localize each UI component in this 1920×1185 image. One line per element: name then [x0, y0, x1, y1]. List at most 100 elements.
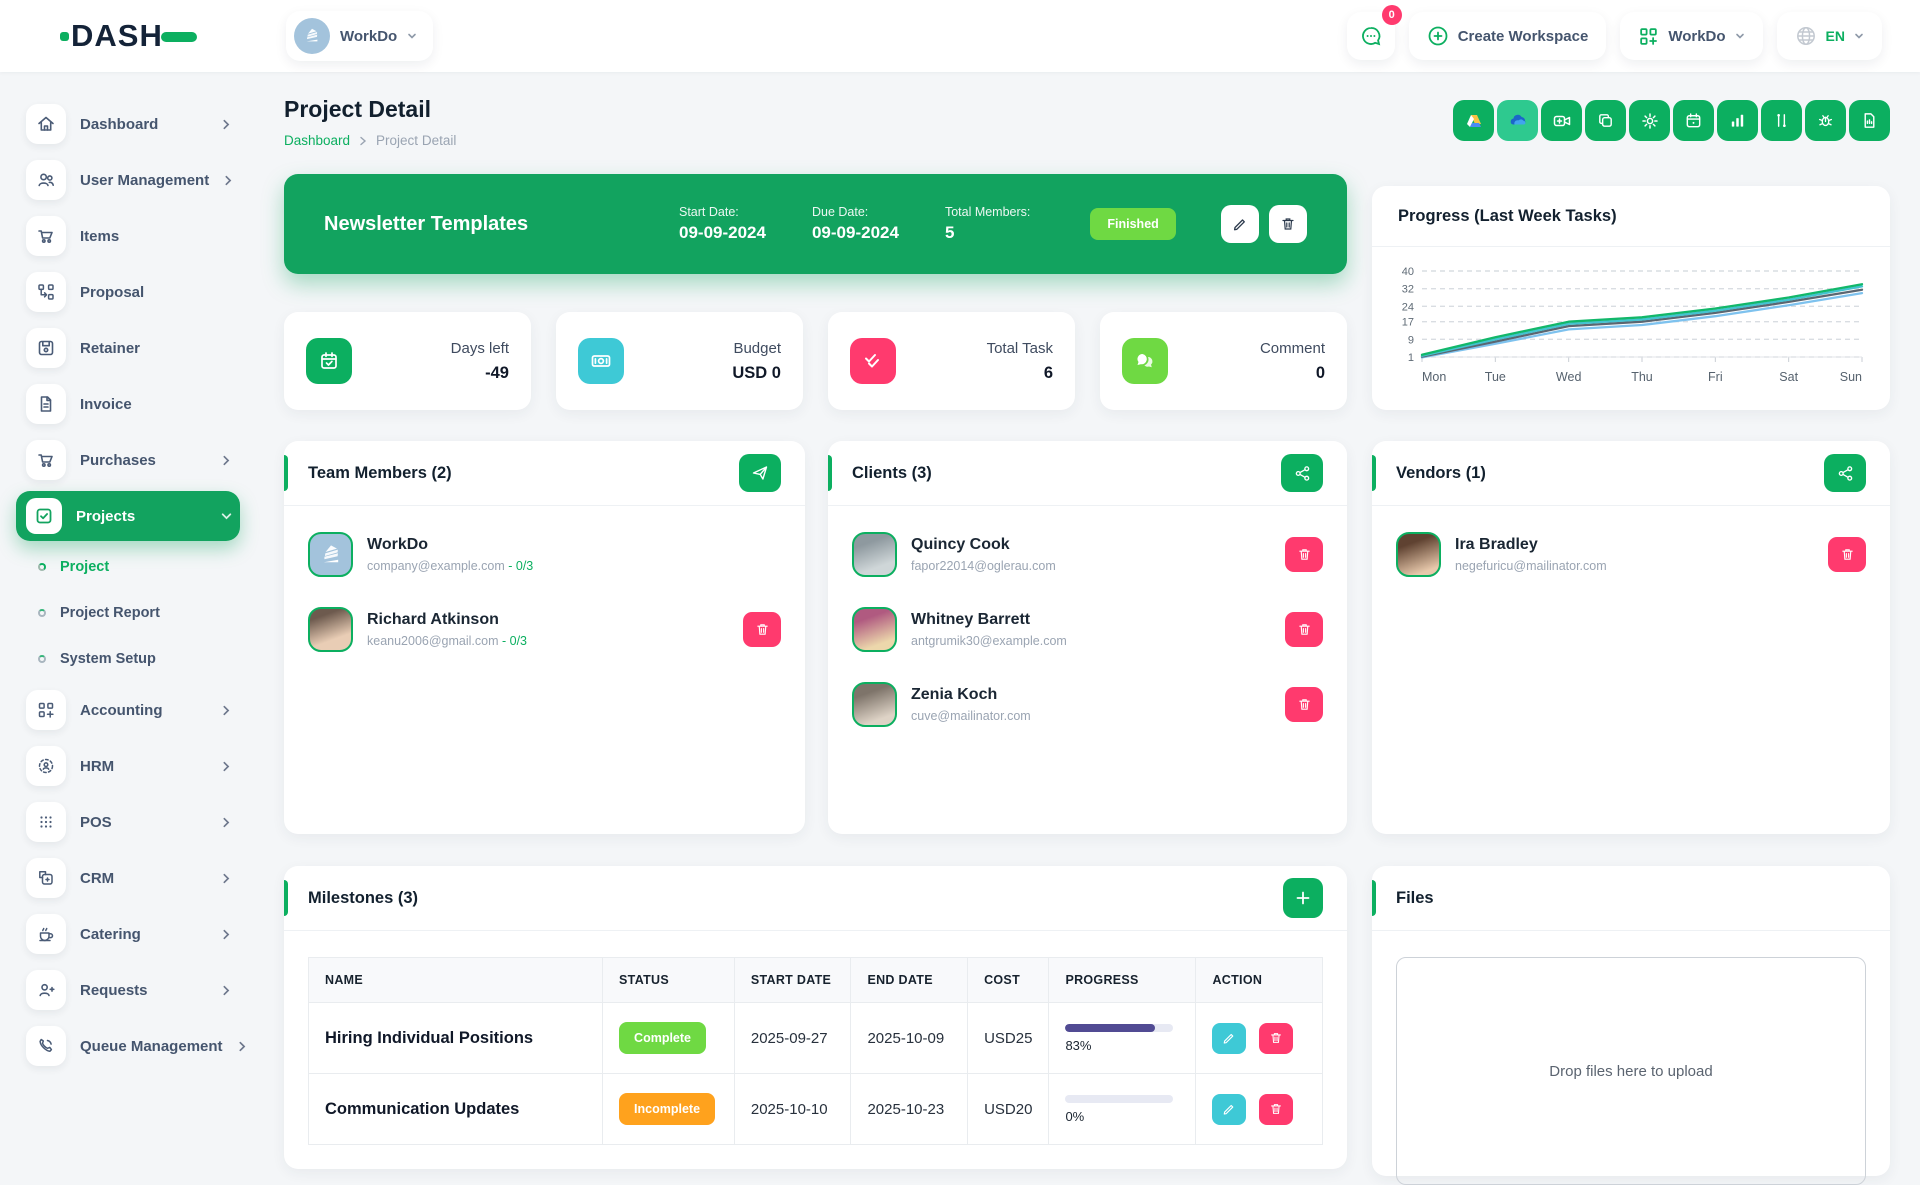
- team-members-card: Team Members (2) WorkDo company@example.…: [284, 441, 805, 834]
- sidebar-item-user-management[interactable]: User Management: [16, 152, 240, 208]
- app-logo[interactable]: DASH: [60, 18, 197, 54]
- sidebar-item-accounting[interactable]: Accounting: [16, 682, 240, 738]
- remove-client-button[interactable]: [1285, 612, 1323, 647]
- sidebar-subitem-system-setup[interactable]: System Setup: [16, 636, 240, 682]
- building-icon: [319, 543, 343, 567]
- sidebar-item-proposal[interactable]: Proposal: [16, 264, 240, 320]
- video-camera-icon: [1552, 111, 1572, 131]
- remove-member-button[interactable]: [743, 612, 781, 647]
- copy-icon: [1596, 111, 1615, 130]
- delete-milestone-button[interactable]: [1259, 1094, 1293, 1125]
- svg-text:9: 9: [1408, 334, 1414, 346]
- sidebar-item-queue-management[interactable]: Queue Management: [16, 1018, 240, 1074]
- pencil-icon: [1222, 1102, 1236, 1116]
- share-vendors-button[interactable]: [1824, 454, 1866, 492]
- bullet-icon: [38, 655, 46, 663]
- sidebar-item-hrm[interactable]: HRM: [16, 738, 240, 794]
- sidebar-item-dashboard[interactable]: Dashboard: [16, 96, 240, 152]
- bar-chart-icon: [1728, 111, 1747, 130]
- account-menu-button[interactable]: WorkDo: [1620, 12, 1762, 60]
- trash-icon: [1297, 547, 1312, 562]
- breadcrumb-dashboard-link[interactable]: Dashboard: [284, 133, 350, 148]
- timeline-icon: [1772, 111, 1791, 130]
- plus-icon: [1295, 890, 1311, 906]
- sidebar-item-purchases[interactable]: Purchases: [16, 432, 240, 488]
- copy-button[interactable]: [1585, 100, 1626, 141]
- settings-button[interactable]: [1629, 100, 1670, 141]
- breadcrumb: Dashboard Project Detail: [284, 133, 456, 148]
- col-cost: COST: [968, 958, 1049, 1003]
- onedrive-button[interactable]: [1497, 100, 1538, 141]
- milestone-status-badge: Complete: [619, 1022, 706, 1054]
- invite-member-button[interactable]: [739, 454, 781, 492]
- remove-vendor-button[interactable]: [1828, 537, 1866, 572]
- stat-card-days-left: Days left -49: [284, 312, 531, 410]
- trash-icon: [1269, 1102, 1283, 1116]
- svg-text:1: 1: [1408, 352, 1414, 364]
- due-date-block: Due Date: 09-09-2024: [812, 205, 899, 243]
- sidebar-item-items[interactable]: Items: [16, 208, 240, 264]
- delete-project-button[interactable]: [1269, 205, 1307, 243]
- chevron-right-icon: [221, 817, 232, 828]
- send-icon: [751, 464, 769, 482]
- client-row: Quincy Cook fapor22014@oglerau.com: [852, 532, 1323, 577]
- bar-chart-button[interactable]: [1717, 100, 1758, 141]
- progress-bar: [1065, 1024, 1173, 1032]
- chat-icon: [1359, 24, 1383, 48]
- sidebar-subitem-project[interactable]: Project: [16, 544, 240, 590]
- grid-plus-icon: [1638, 26, 1659, 47]
- calendar-check-icon: [306, 338, 352, 384]
- svg-text:Tue: Tue: [1485, 370, 1506, 384]
- add-milestone-button[interactable]: [1283, 878, 1323, 918]
- project-summary-banner: Newsletter Templates Start Date: 09-09-2…: [284, 174, 1347, 274]
- remove-client-button[interactable]: [1285, 537, 1323, 572]
- sidebar-item-requests[interactable]: Requests: [16, 962, 240, 1018]
- google-drive-button[interactable]: [1453, 100, 1494, 141]
- sidebar-item-crm[interactable]: CRM: [16, 850, 240, 906]
- col-action: ACTION: [1196, 958, 1323, 1003]
- workflow-icon: [26, 272, 66, 312]
- sidebar-item-catering[interactable]: Catering: [16, 906, 240, 962]
- share-icon: [1294, 465, 1311, 482]
- top-bar: DASH WorkDo 0 Create Workspace WorkDo EN: [0, 0, 1920, 72]
- language-selector[interactable]: EN: [1777, 12, 1882, 60]
- sidebar-item-invoice[interactable]: Invoice: [16, 376, 240, 432]
- video-camera-button[interactable]: [1541, 100, 1582, 141]
- calendar-button[interactable]: [1673, 100, 1714, 141]
- edit-milestone-button[interactable]: [1212, 1094, 1246, 1125]
- svg-text:Thu: Thu: [1631, 370, 1653, 384]
- sidebar: Dashboard User Management Items Proposal…: [0, 72, 256, 1080]
- sidebar-item-projects[interactable]: Projects: [16, 491, 240, 541]
- workspace-avatar: [294, 18, 330, 54]
- chevron-right-icon: [359, 136, 367, 146]
- stat-card-budget: Budget USD 0: [556, 312, 803, 410]
- create-workspace-button[interactable]: Create Workspace: [1409, 12, 1607, 60]
- bug-button[interactable]: [1805, 100, 1846, 141]
- report-file-button[interactable]: [1849, 100, 1890, 141]
- messages-button[interactable]: 0: [1347, 12, 1395, 60]
- edit-project-button[interactable]: [1221, 205, 1259, 243]
- col-start-date: START DATE: [734, 958, 851, 1003]
- share-clients-button[interactable]: [1281, 454, 1323, 492]
- main-content: Project Detail Dashboard Project Detail …: [256, 72, 1920, 1176]
- language-code: EN: [1826, 28, 1845, 44]
- delete-milestone-button[interactable]: [1259, 1023, 1293, 1054]
- edit-milestone-button[interactable]: [1212, 1023, 1246, 1054]
- pencil-icon: [1232, 216, 1248, 232]
- file-dropzone[interactable]: Drop files here to upload: [1396, 957, 1866, 1185]
- client-row: Zenia Koch cuve@mailinator.com: [852, 682, 1323, 727]
- project-name: Newsletter Templates: [324, 213, 624, 236]
- team-member-row: WorkDo company@example.com - 0/3: [308, 532, 781, 577]
- trash-icon: [1280, 216, 1296, 232]
- timeline-button[interactable]: [1761, 100, 1802, 141]
- trash-icon: [1297, 622, 1312, 637]
- workspace-switcher[interactable]: WorkDo: [286, 11, 433, 61]
- remove-client-button[interactable]: [1285, 687, 1323, 722]
- bug-icon: [1816, 111, 1835, 130]
- sidebar-item-retainer[interactable]: Retainer: [16, 320, 240, 376]
- users-icon: [26, 160, 66, 200]
- sidebar-subitem-project-report[interactable]: Project Report: [16, 590, 240, 636]
- sidebar-item-pos[interactable]: POS: [16, 794, 240, 850]
- chevron-down-icon: [221, 511, 232, 522]
- team-member-row: Richard Atkinson keanu2006@gmail.com - 0…: [308, 607, 781, 652]
